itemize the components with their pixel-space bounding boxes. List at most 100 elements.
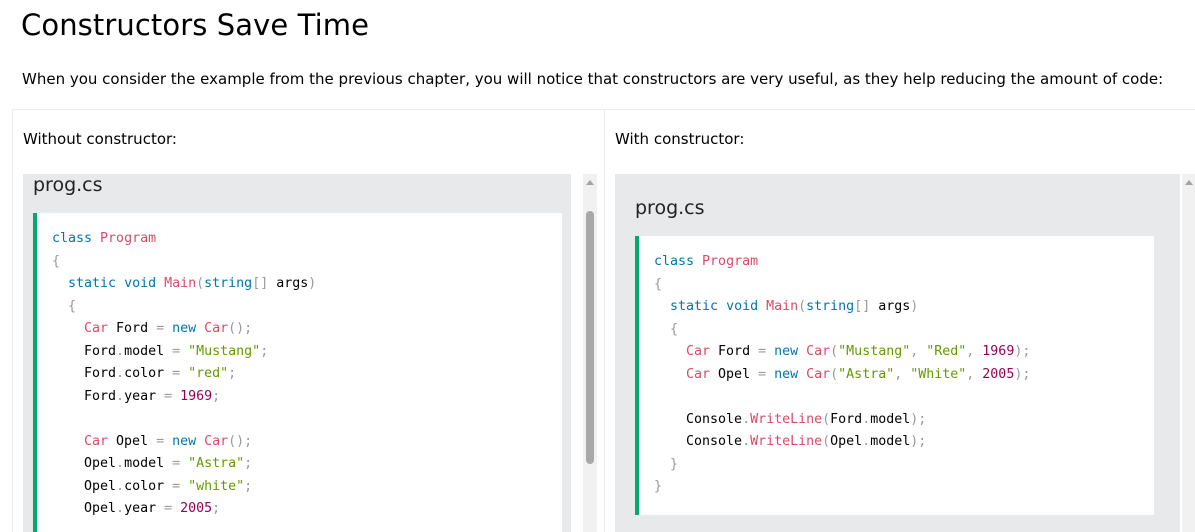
code-token: ( (798, 299, 807, 314)
code-token: ( (196, 276, 205, 291)
code-token: model (124, 343, 173, 359)
code-token: [] (252, 276, 269, 291)
code-token: = (156, 433, 173, 449)
code-token: year (124, 388, 165, 404)
code-line: static void Main(string[] args) (52, 273, 316, 296)
code-token: ( (830, 344, 839, 359)
code-token: = (758, 344, 775, 359)
code-token: ( (822, 434, 831, 449)
code-token: static (52, 276, 125, 291)
code-token: Car (204, 433, 229, 449)
code-token: 2005 (982, 366, 1015, 382)
code-token: "Mustang" (188, 343, 261, 359)
scroll-up-arrow-icon[interactable] (1185, 180, 1193, 185)
code-token: void (726, 299, 767, 314)
code-token: WriteLine (750, 434, 823, 449)
code-token: . (116, 501, 125, 516)
with-constructor-column: With constructor: prog.cs class Program {… (604, 110, 1195, 532)
code-token: = (172, 478, 189, 494)
code-line: class Program (52, 228, 316, 251)
code-token: Ford (52, 388, 117, 404)
code-line: Opel.year = 2005; (52, 498, 316, 521)
code-box-left: class Program { static void Main(string[]… (33, 213, 562, 532)
file-name-right: prog.cs (635, 197, 705, 219)
code-token: Opel (116, 433, 157, 449)
code-token: color (124, 366, 173, 381)
code-token: color (124, 478, 173, 494)
code-token: class (654, 254, 703, 269)
code-token: { (52, 253, 61, 269)
code-line: Ford.model = "Mustang"; (52, 341, 316, 364)
code-token: , (966, 344, 983, 359)
code-token: args (870, 299, 911, 314)
code-token: 2005 (180, 501, 213, 516)
code-token: static (654, 299, 727, 314)
code-token: . (862, 434, 871, 449)
code-example-panel-left: prog.cs class Program { static void Main(… (23, 174, 571, 532)
code-token: = (164, 501, 181, 516)
code-token: ); (910, 434, 927, 449)
code-token: string (204, 276, 253, 291)
code-token: string (806, 299, 855, 314)
code-token: = (164, 388, 181, 404)
code-token: 1969 (180, 388, 213, 404)
code-token: Car (806, 366, 831, 382)
code-token: ; (244, 478, 253, 494)
code-line: { (52, 296, 316, 319)
code-line: { (654, 274, 1030, 297)
code-token: . (116, 456, 125, 471)
scrollbar-left[interactable] (583, 174, 597, 532)
code-token: void (124, 276, 165, 291)
code-token: Ford (116, 321, 157, 336)
scroll-thumb-left[interactable] (586, 211, 594, 464)
code-token: Ford (718, 344, 759, 359)
code-token: ( (822, 411, 831, 427)
code-token: model (124, 456, 173, 471)
code-line: Ford.year = 1969; (52, 386, 316, 409)
code-token: Console (654, 411, 743, 427)
code-line: Opel.model = "Astra"; (52, 453, 316, 476)
code-token: Car (654, 366, 719, 382)
code-token: Opel (52, 456, 117, 471)
code-token: args (268, 276, 309, 291)
code-token: ) (308, 276, 317, 291)
code-line: static void Main(string[] args) (654, 296, 1030, 319)
scroll-up-arrow-icon[interactable] (586, 180, 594, 185)
code-token: ; (244, 456, 253, 471)
code-token: "Astra" (838, 366, 895, 382)
code-line: Opel.color = "white"; (52, 476, 316, 499)
code-token: Car (52, 433, 117, 449)
code-token: Ford (52, 343, 117, 359)
code-token: Opel (52, 478, 117, 494)
code-token: (); (228, 321, 253, 336)
code-token: . (116, 366, 125, 381)
code-token: "White" (910, 366, 967, 382)
file-name-left: prog.cs (33, 174, 103, 196)
code-line: Car Ford = new Car("Mustang", "Red", 196… (654, 341, 1030, 364)
code-token: = (172, 366, 189, 381)
code-token: Ford (52, 366, 117, 381)
code-token: new (172, 433, 205, 449)
code-token: . (116, 343, 125, 359)
code-token: ); (1014, 344, 1031, 359)
code-block-left: class Program { static void Main(string[]… (52, 228, 316, 521)
code-token: = (172, 343, 189, 359)
code-token: Opel (52, 501, 117, 516)
scrollbar-right[interactable] (1182, 174, 1195, 532)
code-line: Car Opel = new Car("Astra", "White", 200… (654, 364, 1030, 387)
code-token: "white" (188, 478, 245, 494)
code-token: "Red" (926, 344, 967, 359)
code-token: ; (212, 388, 221, 404)
code-line: { (654, 319, 1030, 342)
intro-paragraph: When you consider the example from the p… (22, 70, 1164, 88)
code-token: . (862, 411, 871, 427)
code-token: WriteLine (750, 411, 823, 427)
code-token: , (894, 366, 911, 382)
code-token: = (172, 456, 189, 471)
code-token: "Astra" (188, 456, 245, 471)
code-token: Program (702, 254, 759, 269)
code-token: ; (260, 343, 269, 359)
code-token: { (52, 298, 77, 314)
code-token: year (124, 501, 165, 516)
